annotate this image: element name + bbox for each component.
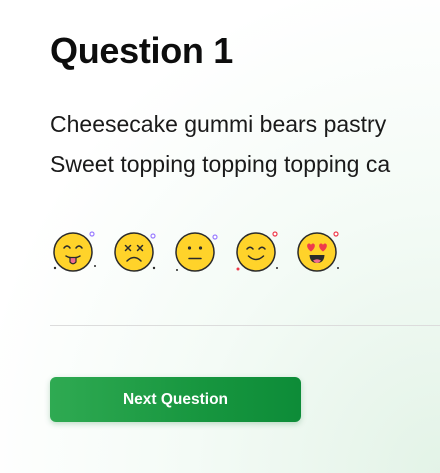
question-text-line: Sweet topping topping topping ca (50, 151, 391, 177)
section-divider (50, 325, 440, 326)
question-card: Question 1 Cheesecake gummi bears pastry… (0, 0, 440, 473)
neutral-face-icon[interactable] (173, 228, 219, 274)
dizzy-face-icon[interactable] (112, 228, 158, 274)
smiling-face-icon[interactable] (234, 228, 280, 274)
question-text: Cheesecake gummi bears pastry Sweet topp… (50, 104, 440, 184)
next-question-button[interactable]: Next Question (50, 377, 301, 422)
emoji-rating-group (51, 228, 341, 274)
heart-eyes-face-icon[interactable] (295, 228, 341, 274)
question-text-line: Cheesecake gummi bears pastry (50, 111, 387, 137)
question-title: Question 1 (50, 30, 234, 71)
tongue-out-face-icon[interactable] (51, 228, 97, 274)
